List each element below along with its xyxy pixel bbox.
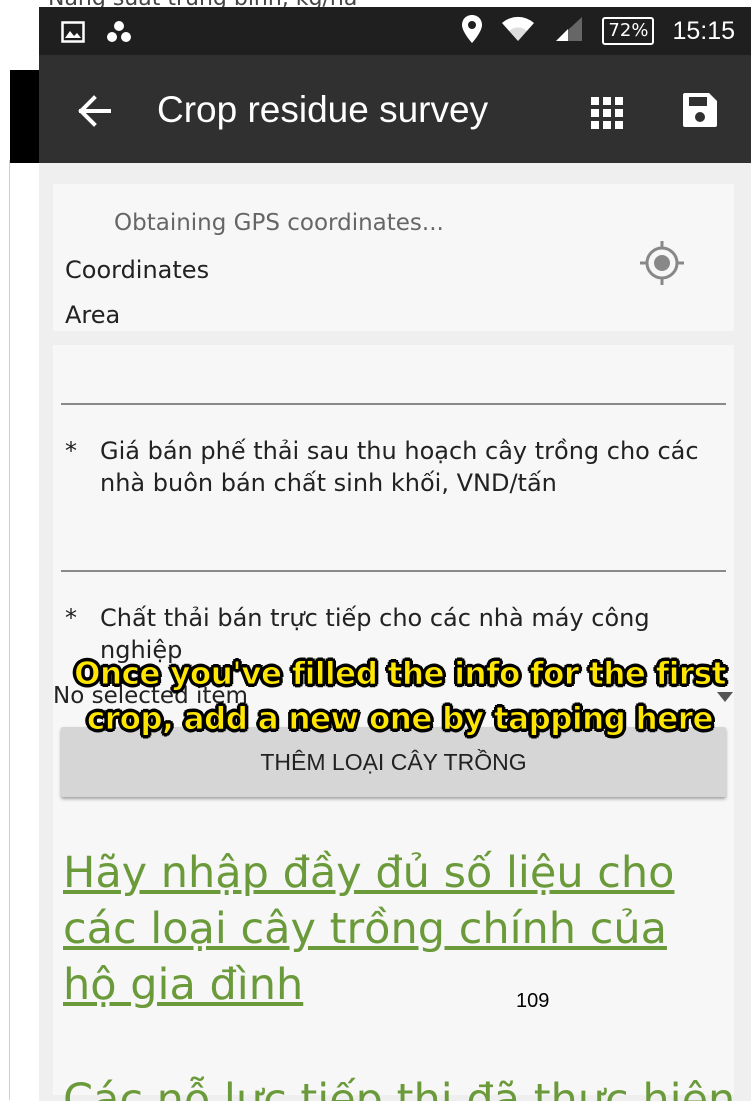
grid-icon (591, 97, 623, 129)
page-number: 109 (516, 990, 550, 1012)
background-divider (9, 160, 10, 1100)
location-icon (462, 15, 483, 47)
back-arrow-icon (78, 95, 111, 127)
gps-status-text: Obtaining GPS coordinates... (114, 210, 444, 236)
marketing-efforts-link[interactable]: Các nỗ lực tiếp thị đã thực hiện (63, 1075, 735, 1101)
app-bar: Crop residue survey (39, 55, 751, 163)
coordinates-label: Coordinates (65, 256, 210, 284)
previous-answer-field[interactable] (61, 403, 726, 405)
phone-screen: 72% 15:15 Crop residue survey Obtaining … (39, 7, 751, 1101)
grid-menu-button[interactable] (589, 95, 625, 131)
area-label: Area (65, 301, 121, 329)
back-button[interactable] (77, 93, 113, 129)
status-time: 15:15 (672, 16, 735, 45)
image-icon (61, 21, 85, 47)
page-title: Crop residue survey (157, 89, 489, 130)
tutorial-caption: Once you've filled the info for the firs… (74, 656, 727, 738)
dots-icon (107, 21, 131, 47)
save-button[interactable] (681, 91, 719, 129)
biomass-price-input[interactable] (61, 570, 726, 572)
save-icon (683, 93, 717, 127)
required-marker: * (65, 437, 77, 465)
question-biomass-price: * Giá bán phế thải sau thu hoạch cây trồ… (65, 435, 705, 499)
status-bar: 72% 15:15 (39, 7, 751, 55)
crop-info-link[interactable]: Hãy nhập đầy đủ số liệu cho các loại cây… (63, 845, 723, 1013)
battery-icon: 72% (602, 17, 655, 45)
gps-locate-button[interactable] (637, 238, 687, 288)
question-label: Giá bán phế thải sau thu hoạch cây trồng… (100, 437, 699, 497)
wifi-icon (500, 15, 536, 47)
signal-icon (554, 15, 584, 47)
gps-card: Obtaining GPS coordinates... Coordinates… (53, 184, 734, 331)
gps-target-icon (640, 241, 684, 285)
